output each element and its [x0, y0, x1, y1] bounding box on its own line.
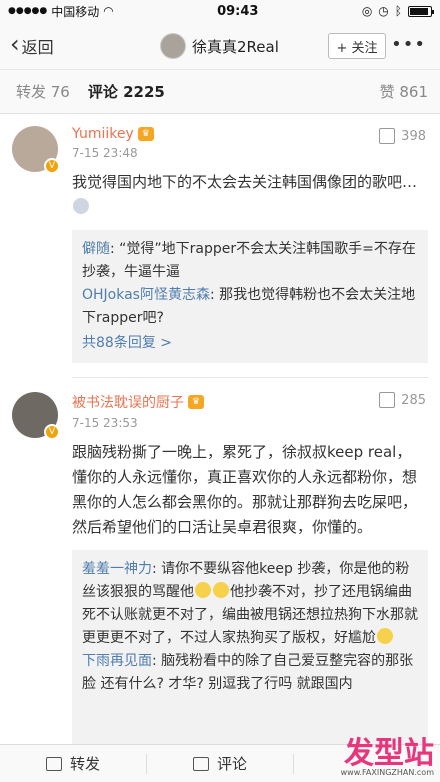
watermark-text: 发型站: [344, 735, 434, 771]
emoji-icon: [213, 582, 229, 598]
comment-text[interactable]: 跟脑残粉撕了一晚上，累死了，徐叔叔keep real，懂你的人永远懂你，真正喜欢…: [72, 440, 428, 540]
avatar[interactable]: V: [12, 392, 60, 440]
reply-user[interactable]: 僻随: [82, 241, 110, 257]
like-button[interactable]: 285: [379, 392, 426, 408]
follow-button[interactable]: + 关注: [328, 33, 386, 59]
vip-crown-icon: ♛: [137, 127, 154, 141]
more-icon[interactable]: •••: [391, 34, 426, 55]
tab-repost[interactable]: 转发 76: [16, 81, 70, 102]
thumb-up-icon: [379, 392, 396, 408]
tab-bar: 转发 76 评论 2225 赞 861: [0, 70, 440, 114]
more-replies-link[interactable]: 共88条回复 >: [82, 332, 418, 355]
emoji-icon: [195, 582, 211, 598]
comment-text[interactable]: 我觉得国内地下的不太会去关注韩国偶像团的歌吧…: [72, 170, 428, 220]
chevron-left-icon: ‹: [10, 30, 20, 58]
reply-item: 僻随: “觉得”地下rapper不会太关注韩国歌手=不存在抄袭，牛逼牛逼: [82, 238, 418, 284]
nav-bar: ‹ 返回 徐真真2Real + 关注 •••: [0, 22, 440, 70]
avatar: [160, 33, 186, 59]
reply-user[interactable]: 下雨再见面: [82, 653, 152, 669]
alarm-icon: ◷: [378, 4, 389, 18]
page-title: 徐真真2Real: [192, 37, 279, 56]
wifi-icon: ◠: [103, 4, 114, 18]
profile-header[interactable]: 徐真真2Real: [160, 22, 279, 70]
repost-button[interactable]: 转发: [0, 753, 146, 774]
lock-rotation-icon: ◎: [361, 4, 373, 18]
thumb-up-icon: [379, 128, 396, 144]
back-label: 返回: [21, 37, 54, 57]
reply-text: : “觉得”地下rapper不会太关注韩国歌手=不存在抄袭，牛逼牛逼: [82, 241, 416, 280]
tab-like[interactable]: 赞 861: [380, 81, 428, 102]
comment-time: 7-15 23:48: [72, 146, 138, 160]
like-button[interactable]: 398: [379, 128, 426, 144]
like-count: 285: [401, 392, 426, 408]
comment-item: V Yumiikey ♛ 7-15 23:48 我觉得国内地下的不太会去关注韩国…: [0, 114, 440, 378]
comment-label: 评论: [216, 755, 247, 773]
emoji-icon: [377, 628, 393, 644]
reply-item: 羞羞一神力: 请你不要纵容他keep 抄袭，你是他的粉丝该狠狠的骂醒他 他抄袭不对…: [82, 558, 418, 650]
tab-comment[interactable]: 评论 2225: [88, 81, 165, 102]
comment-text-content: 我觉得国内地下的不太会去关注韩国偶像团的歌吧…: [72, 173, 418, 191]
repost-icon: [45, 756, 62, 771]
reply-item: OHJokas阿怪黄志森: 那我也觉得韩粉也不会太关注地下rapper吧?: [82, 284, 418, 330]
commenter-name[interactable]: Yumiikey: [72, 126, 134, 142]
back-button[interactable]: ‹ 返回: [10, 30, 54, 58]
reply-user[interactable]: OHJokas阿怪黄志森: [82, 287, 210, 303]
bluetooth-icon: ᛒ: [394, 4, 402, 18]
comment-time: 7-15 23:53: [72, 416, 138, 430]
commenter-name[interactable]: 被书法耽误的厨子: [72, 392, 184, 412]
avatar[interactable]: V: [12, 126, 60, 174]
battery-fill: [409, 7, 428, 15]
emoji-icon: [73, 198, 89, 214]
comment-icon: [192, 756, 209, 771]
reply-user[interactable]: 羞羞一神力: [82, 561, 152, 577]
status-bar: ●●●●● 中国移动 ◠ 09:43 ◎ ◷ ᛒ: [0, 0, 440, 22]
vip-crown-icon: ♛: [188, 395, 204, 409]
repost-label: 转发: [69, 755, 100, 773]
like-count: 398: [401, 128, 426, 144]
comment-button[interactable]: 评论: [147, 753, 293, 774]
carrier-label: 中国移动: [51, 4, 100, 19]
watermark-url: www.FAXINGZHAN.com: [340, 767, 434, 777]
comment-item: V 被书法耽误的厨子 ♛ 7-15 23:53 跟脑残粉撕了一晚上，累死了，徐叔…: [0, 378, 440, 746]
battery-icon: [407, 5, 434, 17]
reply-item: 下雨再见面: 脑残粉看中的除了自己爱豆整完容的那张脸 还有什么? 才华? 别逗我…: [82, 650, 418, 696]
vip-badge-icon: V: [44, 424, 60, 440]
reply-box[interactable]: 僻随: “觉得”地下rapper不会太关注韩国歌手=不存在抄袭，牛逼牛逼 OHJ…: [72, 230, 428, 363]
watermark-logo: 发型站 www.FAXINGZHAN.com: [284, 724, 434, 780]
reply-box[interactable]: 羞羞一神力: 请你不要纵容他keep 抄袭，你是他的粉丝该狠狠的骂醒他 他抄袭不对…: [72, 550, 428, 746]
signal-icon: ●●●●●: [8, 6, 48, 16]
clock: 09:43: [217, 3, 259, 19]
vip-badge-icon: V: [44, 158, 60, 174]
